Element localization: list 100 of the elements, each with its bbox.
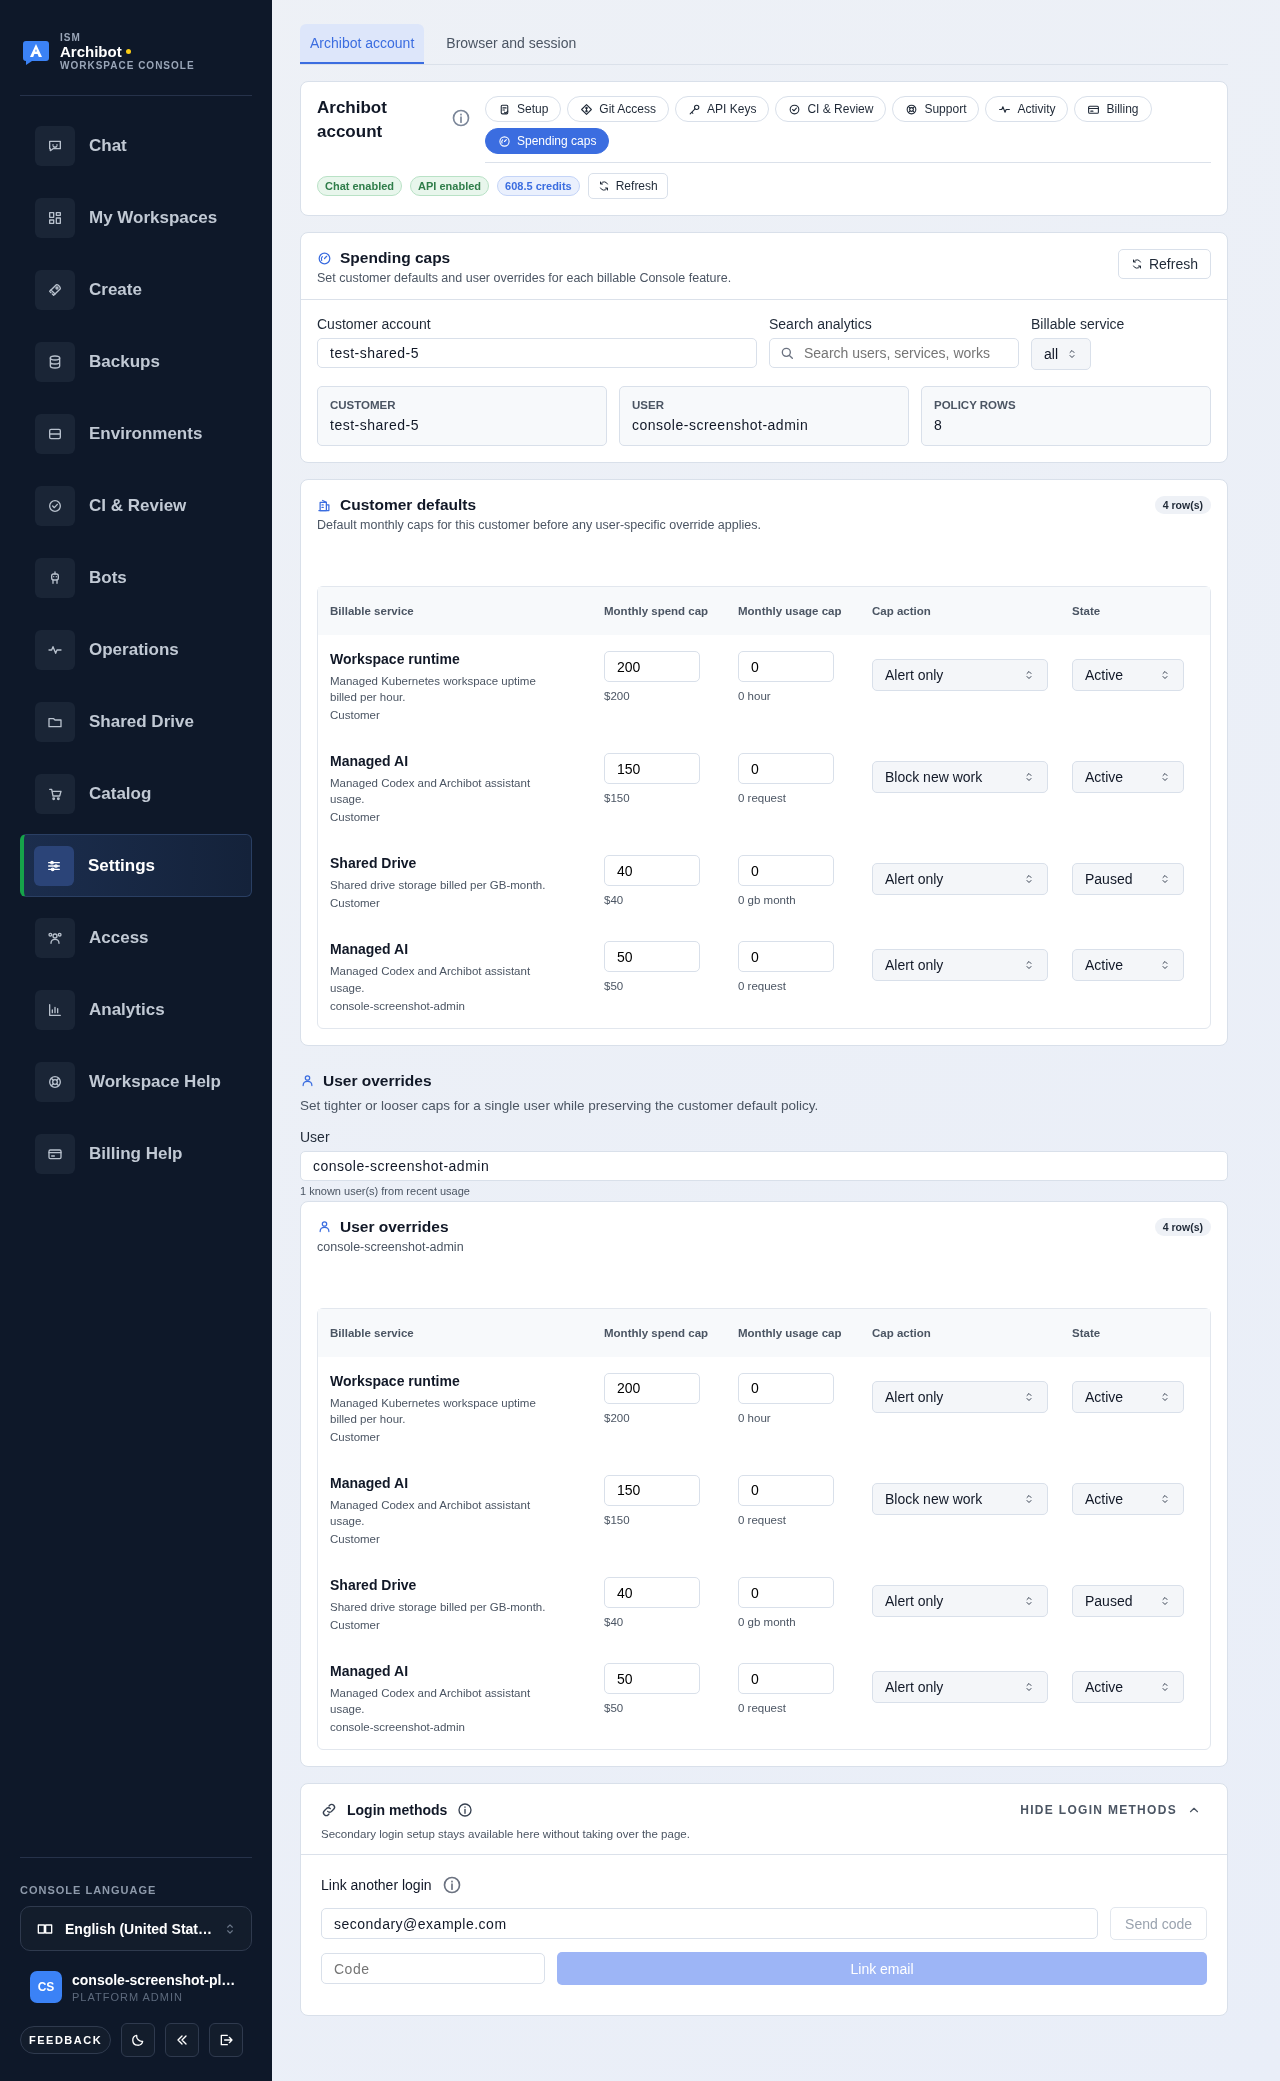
cap-action-select[interactable]: Alert only (872, 863, 1048, 896)
nav-item[interactable]: Bots (20, 546, 252, 609)
section-chip[interactable]: Setup (485, 96, 562, 122)
hide-login-methods-button[interactable]: HIDE LOGIN METHODS (1014, 1802, 1207, 1819)
stat-value: 8 (934, 417, 944, 433)
section-chip[interactable]: CI & Review (775, 96, 887, 122)
nav-item[interactable]: Shared Drive (20, 690, 252, 753)
nav-item[interactable]: My Workspaces (20, 186, 252, 249)
brand-org: ISM (60, 32, 82, 43)
tab[interactable]: Archibot account (300, 24, 425, 64)
cap-action-select[interactable]: Block new work (872, 1482, 1048, 1515)
stat-value: console-screenshot-admin (632, 417, 810, 433)
language-select[interactable]: English (United Stat… (20, 1906, 252, 1951)
spend-cap-input[interactable]: 150 (604, 1474, 700, 1506)
nav-item[interactable]: Catalog (20, 762, 252, 825)
scope-label: Customer (330, 1430, 381, 1443)
updown-arrows-icon (1023, 669, 1035, 681)
usage-cap-input[interactable]: 0 (738, 753, 834, 785)
service-description: Managed Codex and Archibot assistant usage. (330, 776, 532, 808)
nav-item[interactable]: Backups (20, 330, 252, 393)
cap-action-select[interactable]: Alert only (872, 659, 1048, 691)
state-select[interactable]: Paused (1072, 863, 1184, 896)
state-select[interactable]: Active (1072, 949, 1184, 982)
nav-item[interactable]: Analytics (20, 978, 252, 1041)
search-field[interactable]: Search users, services, works (769, 338, 1019, 368)
section-chip[interactable]: Spending caps (485, 128, 610, 154)
section-chip[interactable]: Activity (985, 96, 1069, 122)
service-description: Managed Codex and Archibot assistant usage. (330, 964, 532, 996)
refresh-button[interactable]: Refresh (587, 173, 668, 199)
theme-button[interactable] (121, 2023, 156, 2057)
spend-cap-input[interactable]: 150 (604, 753, 700, 785)
collapse-button[interactable] (165, 2023, 200, 2057)
state-select[interactable]: Active (1072, 659, 1184, 691)
spend-cap-input[interactable]: 200 (604, 651, 700, 682)
section-chip[interactable]: Git Access (567, 96, 670, 122)
user-name: console-screenshot-pl… (72, 1971, 236, 1988)
spend-cap-input[interactable]: 50 (604, 941, 700, 973)
input-field[interactable]: test-shared-5 (317, 338, 757, 368)
usage-cap-input[interactable]: 0 (738, 651, 834, 682)
nav-item[interactable]: CI & Review (20, 474, 252, 537)
logout-button[interactable] (209, 2023, 244, 2057)
spend-cap-input[interactable]: 50 (604, 1663, 700, 1695)
updown-arrows-icon (1159, 771, 1171, 784)
updown-arrows-icon (1023, 1390, 1035, 1403)
usage-cap-input[interactable]: 0 (738, 1577, 834, 1609)
state-select[interactable]: Active (1072, 1671, 1184, 1704)
nav-item[interactable]: Chat (20, 114, 252, 177)
nav-item[interactable]: Workspace Help (20, 1050, 252, 1113)
user-role: PLATFORM ADMIN (72, 1990, 184, 2003)
nav-item[interactable]: Environments (20, 402, 252, 465)
spend-cap-input[interactable]: 40 (604, 855, 700, 887)
email-field[interactable]: secondary@example.com (321, 1908, 1099, 1940)
usage-cap-input[interactable]: 0 (738, 1372, 834, 1404)
section-chip[interactable]: API Keys (675, 96, 770, 122)
updown-arrows-icon (1159, 873, 1171, 886)
state-select[interactable]: Active (1072, 1482, 1184, 1515)
cap-action-select[interactable]: Block new work (872, 761, 1048, 794)
cap-action-select[interactable]: Alert only (872, 1380, 1048, 1413)
nav-item[interactable]: Billing Help (20, 1122, 252, 1185)
section-title: Login methods (347, 1802, 448, 1819)
status-badge: 608.5 credits (497, 176, 580, 196)
feedback-button[interactable]: FEEDBACK (20, 2026, 112, 2054)
usage-cap-input[interactable]: 0 (738, 1474, 834, 1506)
nav-item[interactable]: Access (20, 906, 252, 969)
updown-arrows-icon (1159, 1492, 1171, 1505)
section-subtitle: Set customer defaults and user overrides for each billable Console feature. (317, 271, 732, 285)
usage-cap-input[interactable]: 0 (738, 1663, 834, 1695)
section-chip[interactable]: Support (892, 96, 980, 122)
section-subtitle: Default monthly caps for this customer before any user-specific override applies. (317, 518, 761, 532)
nav-item[interactable]: Operations (20, 618, 252, 681)
spend-amount: $40 (604, 894, 625, 907)
refresh-button[interactable]: Refresh (1117, 249, 1211, 279)
usage-cap-input[interactable]: 0 (738, 941, 834, 973)
spend-cap-input[interactable]: 40 (604, 1577, 700, 1609)
usage-cap-input[interactable]: 0 (738, 855, 834, 887)
section-chip[interactable]: Billing (1074, 96, 1152, 122)
spend-cap-input[interactable]: 200 (604, 1372, 700, 1404)
tab[interactable]: Browser and session (436, 24, 587, 64)
updown-arrows-icon (1066, 348, 1078, 360)
nav-item[interactable]: Create (20, 258, 252, 321)
stat-label: POLICY ROWS (934, 399, 1017, 411)
cap-action-select[interactable]: Alert only (872, 949, 1048, 982)
updown-arrows-icon (1023, 1595, 1035, 1608)
state-select[interactable]: Paused (1072, 1585, 1184, 1618)
logout-icon (218, 2032, 235, 2048)
clipboard-icon (498, 102, 511, 116)
brand-name: Archibot (60, 43, 122, 60)
code-field[interactable]: Code (321, 1953, 545, 1985)
cap-action-select[interactable]: Alert only (872, 1671, 1048, 1704)
nav-item[interactable]: Settings (20, 834, 252, 897)
service-select[interactable]: all (1031, 338, 1091, 370)
service-name: Shared Drive (330, 855, 418, 872)
usage-amount: 0 hour (738, 1411, 772, 1424)
input-field[interactable]: console-screenshot-admin (300, 1150, 1228, 1181)
field-label: Customer account (317, 316, 432, 332)
usage-amount: 0 request (738, 980, 787, 993)
cap-action-select[interactable]: Alert only (872, 1585, 1048, 1618)
service-name: Workspace runtime (330, 651, 461, 667)
state-select[interactable]: Active (1072, 761, 1184, 794)
state-select[interactable]: Active (1072, 1380, 1184, 1413)
